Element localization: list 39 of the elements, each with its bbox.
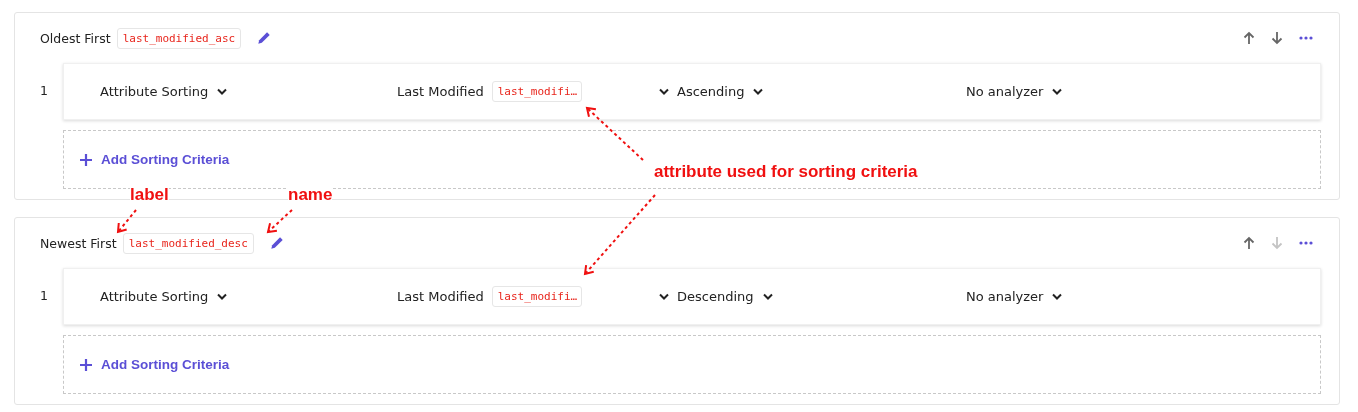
annotation-arrow <box>585 106 644 161</box>
attribute-name: last_modifi… <box>491 81 582 102</box>
plus-icon <box>80 153 92 166</box>
chevron-icon <box>1052 293 1063 300</box>
arrow-up-icon[interactable] <box>1243 236 1255 250</box>
add-criteria-button[interactable]: Add Sorting Criteria <box>80 150 230 169</box>
chevron-icon <box>762 293 773 300</box>
criteria-index: 1 <box>39 287 49 303</box>
type-dropdown[interactable]: Attribute Sorting <box>100 287 397 306</box>
attribute-name: last_modifi… <box>491 286 582 307</box>
sort-name: last_modified_desc <box>122 232 254 254</box>
order-dropdown[interactable]: Descending <box>677 287 966 306</box>
plus-icon <box>80 358 92 371</box>
annotation-arrow <box>116 209 137 234</box>
chevron-icon <box>753 88 764 95</box>
more-icon[interactable] <box>1299 241 1313 245</box>
criteria-index: 1 <box>39 82 49 98</box>
sort-label: Newest First <box>40 235 117 251</box>
add-criteria-button[interactable]: Add Sorting Criteria <box>80 355 230 374</box>
chevron-icon <box>1052 88 1063 95</box>
chevron-icon <box>217 293 228 300</box>
order-dropdown[interactable]: Ascending <box>677 82 966 101</box>
annotation-arrow <box>266 209 293 234</box>
attribute-label: Last Modified <box>397 289 484 304</box>
chevron-icon <box>217 88 228 95</box>
chevron-icon[interactable] <box>659 293 669 300</box>
chevron-icon[interactable] <box>659 88 669 95</box>
arrow-down-icon[interactable] <box>1271 31 1283 45</box>
edit-icon[interactable] <box>257 31 272 45</box>
type-dropdown[interactable]: Attribute Sorting <box>100 82 397 101</box>
annotation-text: attribute used for sorting criteria <box>654 162 918 182</box>
attribute-label: Last Modified <box>397 84 484 99</box>
more-icon[interactable] <box>1299 36 1313 40</box>
sort-label: Oldest First <box>40 30 111 46</box>
analyzer-dropdown[interactable]: No analyzer <box>966 82 1063 101</box>
sort-name: last_modified_asc <box>116 27 242 49</box>
analyzer-dropdown[interactable]: No analyzer <box>966 287 1063 306</box>
edit-icon[interactable] <box>269 236 284 250</box>
arrow-up-icon[interactable] <box>1243 31 1255 45</box>
